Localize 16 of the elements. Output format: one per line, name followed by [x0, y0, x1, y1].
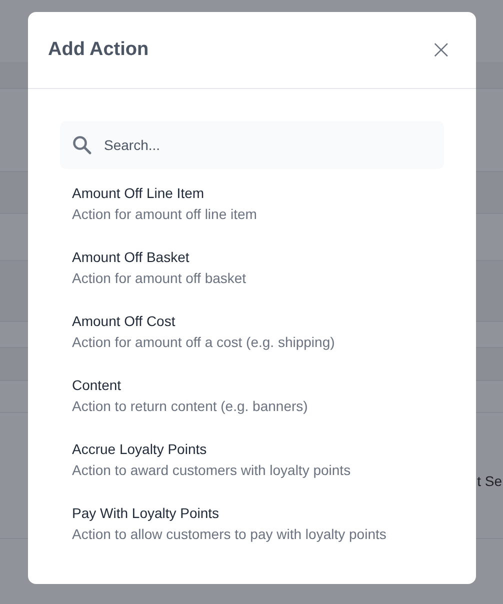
action-title[interactable]: Amount Off Basket — [72, 247, 432, 268]
action-description: Action to allow customers to pay with loyalty points — [72, 525, 388, 544]
action-description: Action for amount off basket — [72, 269, 248, 288]
action-title[interactable]: Content — [72, 375, 432, 396]
action-description: Action for amount off a cost (e.g. shipping) — [72, 333, 336, 352]
action-title[interactable]: Amount Off Line Item — [72, 183, 432, 204]
action-title[interactable]: Pay With Loyalty Points — [72, 503, 432, 524]
action-description: Action to return content (e.g. banners) — [72, 397, 309, 416]
action-description: Action to award customers with loyalty points — [72, 461, 352, 480]
close-button[interactable]: × — [426, 37, 456, 63]
action-title[interactable]: Amount Off Cost — [72, 311, 432, 332]
dialog-title: Add Action — [48, 39, 149, 61]
background-text: t Se — [477, 472, 502, 488]
action-description: Action for amount off line item — [72, 205, 258, 224]
search-field[interactable]: Search... — [60, 121, 444, 169]
action-title[interactable]: Accrue Loyalty Points — [72, 439, 432, 460]
